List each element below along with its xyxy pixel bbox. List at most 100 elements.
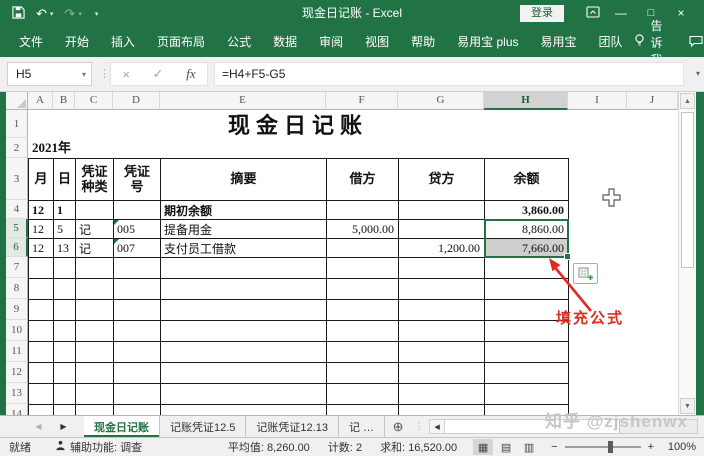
empty-cell[interactable] [29,384,54,405]
table-cell[interactable]: 005 [114,220,161,239]
ribbon-tab-易用宝[interactable]: 易用宝 [530,27,588,57]
empty-cell[interactable] [399,384,485,405]
empty-cell[interactable] [54,363,76,384]
row-header-8[interactable]: 8 [6,278,28,299]
zoom-percentage[interactable]: 100% [660,441,696,453]
table-cell[interactable]: 007 [114,239,161,258]
row-header-14[interactable]: 14 [6,404,28,415]
normal-view-icon[interactable]: ▦ [473,439,493,455]
empty-cell[interactable] [29,342,54,363]
zoom-slider-thumb[interactable] [608,441,613,453]
empty-cell[interactable] [54,321,76,342]
table-cell[interactable] [399,220,485,239]
ribbon-tab-插入[interactable]: 插入 [100,27,146,57]
row-header-2[interactable]: 2 [6,138,28,158]
expand-formula-bar-icon[interactable]: ▾ [696,69,700,78]
column-header-B[interactable]: B [53,92,75,110]
ribbon-tab-团队[interactable]: 团队 [588,27,634,57]
table-cell[interactable]: 5,000.00 [327,220,399,239]
table-header-cell[interactable]: 余额 [485,159,569,201]
table-header-cell[interactable]: 借方 [327,159,399,201]
cancel-icon[interactable]: × [122,67,130,82]
sign-in-button[interactable]: 登录 [520,5,564,22]
empty-cell[interactable] [161,321,327,342]
empty-cell[interactable] [399,342,485,363]
row-header-13[interactable]: 13 [6,383,28,404]
table-cell[interactable] [76,201,114,220]
ribbon-tab-审阅[interactable]: 审阅 [308,27,354,57]
table-header-cell[interactable]: 日 [54,159,76,201]
name-box[interactable]: H5 ▾ [7,62,92,86]
ribbon-tab-数据[interactable]: 数据 [262,27,308,57]
zoom-slider[interactable] [565,446,641,448]
row-header-11[interactable]: 11 [6,341,28,362]
empty-cell[interactable] [54,279,76,300]
empty-cell[interactable] [29,279,54,300]
table-cell[interactable] [327,239,399,258]
row-header-10[interactable]: 10 [6,320,28,341]
table-cell[interactable]: 1 [54,201,76,220]
empty-cell[interactable] [76,384,114,405]
sheet-tab-记 …[interactable]: 记 … [339,416,385,437]
formula-input[interactable]: =H4+F5-G5 [214,62,684,86]
empty-cell[interactable] [114,300,161,321]
vertical-scroll-thumb[interactable] [681,112,694,268]
empty-cell[interactable] [327,258,399,279]
empty-cell[interactable] [161,300,327,321]
vertical-scrollbar[interactable]: ▲ ▼ [678,92,696,415]
table-header-cell[interactable]: 月 [29,159,54,201]
undo-icon[interactable]: ↶ [36,6,47,22]
table-cell[interactable]: 期初余额 [161,201,327,220]
row-header-7[interactable]: 7 [6,257,28,278]
table-cell[interactable]: 记 [76,220,114,239]
empty-cell[interactable] [54,258,76,279]
empty-cell[interactable] [485,384,569,405]
scroll-up-icon[interactable]: ▲ [680,93,695,109]
empty-cell[interactable] [54,342,76,363]
row-header-6[interactable]: 6 [6,238,28,257]
column-header-H[interactable]: H [484,92,568,110]
table-cell[interactable]: 提备用金 [161,220,327,239]
table-cell[interactable]: 1,200.00 [399,239,485,258]
ribbon-tab-文件[interactable]: 文件 [8,27,54,57]
fill-handle[interactable] [564,253,571,260]
table-cell[interactable]: 3,860.00 [485,201,569,220]
empty-cell[interactable] [29,321,54,342]
empty-cell[interactable] [114,384,161,405]
empty-cell[interactable] [485,363,569,384]
table-cell[interactable]: 12 [29,220,54,239]
empty-cell[interactable] [29,258,54,279]
column-header-C[interactable]: C [75,92,113,110]
empty-cell[interactable] [161,363,327,384]
ribbon-tab-视图[interactable]: 视图 [354,27,400,57]
insert-function-icon[interactable]: fx [186,66,195,82]
accessibility-status[interactable]: 辅助功能: 调查 [55,439,142,455]
enter-icon[interactable]: ✓ [153,66,164,82]
column-header-J[interactable]: J [627,92,678,110]
name-box-dropdown-icon[interactable]: ▾ [82,70,86,79]
empty-cell[interactable] [399,258,485,279]
ribbon-tab-开始[interactable]: 开始 [54,27,100,57]
table-cell[interactable] [114,201,161,220]
select-all-corner[interactable] [6,92,28,110]
add-sheet-icon[interactable]: ⊕ [385,416,411,437]
empty-cell[interactable] [399,363,485,384]
table-cell[interactable]: 记 [76,239,114,258]
row-header-4[interactable]: 4 [6,200,28,219]
ribbon-display-options-icon[interactable] [580,5,606,23]
empty-cell[interactable] [327,342,399,363]
customize-qat-icon[interactable]: ▾ [95,10,99,18]
empty-cell[interactable] [54,405,76,415]
empty-cell[interactable] [327,384,399,405]
empty-cell[interactable] [327,279,399,300]
undo-dropdown-icon[interactable]: ▾ [50,10,54,18]
tab-nav-left-icon[interactable]: ◀ [26,416,51,437]
row-header-3[interactable]: 3 [6,158,28,200]
empty-cell[interactable] [161,258,327,279]
empty-cell[interactable] [399,321,485,342]
empty-cell[interactable] [161,405,327,415]
empty-cell[interactable] [485,342,569,363]
row-header-12[interactable]: 12 [6,362,28,383]
empty-cell[interactable] [76,258,114,279]
table-cell[interactable]: 12 [29,201,54,220]
